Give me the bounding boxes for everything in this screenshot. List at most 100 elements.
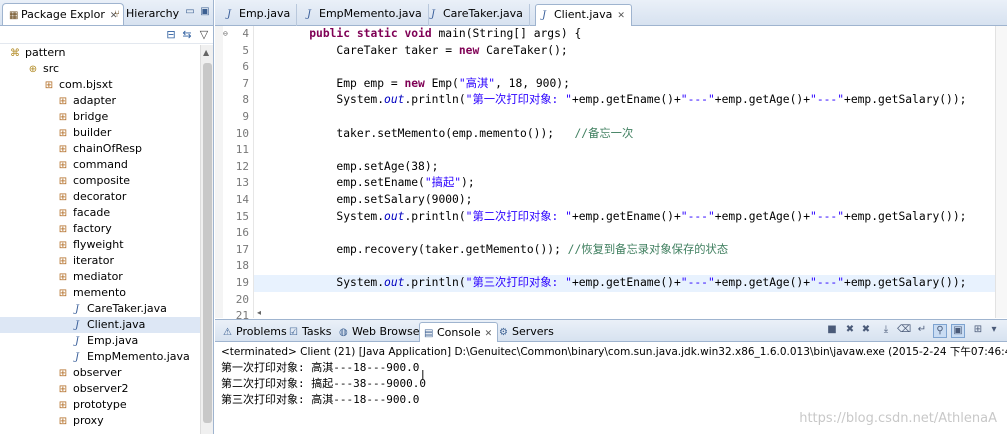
code-line[interactable] <box>254 292 995 309</box>
line-number: 6 <box>242 60 249 74</box>
tab-hierarchy[interactable]: ⑂ Hierarchy <box>108 3 185 25</box>
console-tab-servers[interactable]: ⚙ Servers <box>495 322 559 342</box>
tree-item[interactable]: ⊞ facade <box>0 205 200 221</box>
tree-item[interactable]: ⊞ adapter <box>0 93 200 109</box>
editor-vertical-scrollbar[interactable] <box>995 26 1007 318</box>
code-line[interactable] <box>254 225 995 242</box>
tree-item[interactable]: ⊞ prototype <box>0 397 200 413</box>
tree-item[interactable]: ⊞ factory <box>0 221 200 237</box>
package-icon: ⊞ <box>58 384 68 395</box>
tree-item[interactable]: ⊞ composite <box>0 173 200 189</box>
code-token: "第二次打印对象: " <box>465 209 572 223</box>
tree-item-label: chainOfResp <box>73 142 142 155</box>
tab-package-explorer[interactable]: ▦ Package Explor ✕ <box>2 3 125 25</box>
code-token: +emp.getAge()+ <box>714 275 811 289</box>
tree-item[interactable]: ⌘ pattern <box>0 45 200 61</box>
tree-item[interactable]: ⊞ mediator <box>0 269 200 285</box>
editor-tab-caretaker[interactable]: J CareTaker.java <box>425 4 530 26</box>
view-menu-icon[interactable]: ▽ <box>197 28 211 42</box>
line-number: 11 <box>235 143 249 157</box>
console-tab-problems[interactable]: ⚠ Problems <box>219 322 292 342</box>
code-line[interactable]: System.out.println("第一次打印对象: "+emp.getEn… <box>254 92 995 109</box>
console-tab-console[interactable]: ▤ Console ✕ <box>419 322 499 342</box>
code-token: "---" <box>810 93 845 107</box>
link-with-editor-icon[interactable]: ⇆ <box>180 28 194 42</box>
tree-item[interactable]: ⊞ observer <box>0 365 200 381</box>
collapse-all-icon[interactable]: ⊟ <box>164 28 178 42</box>
editor-tab-empmemento[interactable]: J EmpMemento.java <box>301 4 429 26</box>
code-line[interactable]: emp.setSalary(9000); <box>254 192 995 209</box>
console-tab-web-browser[interactable]: ◍ Web Browser <box>335 322 429 342</box>
close-icon[interactable]: ✕ <box>617 11 625 21</box>
code-line[interactable]: System.out.println("第二次打印对象: "+emp.getEn… <box>254 209 995 226</box>
code-line[interactable]: emp.recovery(taker.getMemento()); //恢复到备… <box>254 242 995 259</box>
line-number: 12 <box>235 159 249 173</box>
maximize-icon[interactable]: ▣ <box>198 6 212 20</box>
tree-item[interactable]: ⊞ iterator <box>0 253 200 269</box>
terminate-icon[interactable]: ■ <box>825 324 839 338</box>
project-icon: ⌘ <box>10 48 20 59</box>
tree-item[interactable]: J Emp.java <box>0 333 200 349</box>
code-line[interactable] <box>254 59 995 76</box>
package-icon: ⊞ <box>58 192 68 203</box>
line-number: 17 <box>235 242 249 256</box>
tree-item[interactable]: ⊞ proxy <box>0 413 200 429</box>
console-tab-tasks[interactable]: ☑ Tasks <box>285 322 336 342</box>
tree-item[interactable]: ⊞ builder <box>0 125 200 141</box>
clear-console-icon[interactable]: ⌫ <box>897 324 911 338</box>
package-explorer-view: ▦ Package Explor ✕ ⑂ Hierarchy ▭ ▣ ⊟ ⇆ ▽ ⌘ p… <box>0 0 214 434</box>
package-icon: ⊞ <box>58 400 68 411</box>
tree-item[interactable]: J EmpMemento.java <box>0 349 200 365</box>
close-icon[interactable]: ✕ <box>485 329 493 339</box>
tree-item[interactable]: J Client.java <box>0 317 200 333</box>
scrollbar-thumb[interactable] <box>203 63 212 423</box>
code-text[interactable]: public static void main(String[] args) {… <box>253 26 995 318</box>
tree-item[interactable]: ⊕ src <box>0 61 200 77</box>
tree-item[interactable]: J CareTaker.java <box>0 301 200 317</box>
console-status: <terminated> Client (21) [Java Applicati… <box>221 346 1007 358</box>
word-wrap-icon[interactable]: ↵ <box>915 324 929 338</box>
pin-console-icon[interactable]: ⚲ <box>933 324 947 338</box>
console-output[interactable]: 第一次打印对象: 高淇---18---900.0 第二次打印对象: 搞起---38… <box>221 360 426 408</box>
scroll-left-icon[interactable]: ◂ <box>257 308 261 317</box>
tree-item-label: prototype <box>73 398 127 411</box>
tree-item[interactable]: ⊞ memento <box>0 285 200 301</box>
fold-icon[interactable]: ⊖ <box>223 26 228 43</box>
code-line[interactable]: public static void main(String[] args) { <box>254 26 995 43</box>
code-line[interactable]: emp.setAge(38); <box>254 159 995 176</box>
code-line[interactable]: Emp emp = new Emp("高淇", 18, 900); <box>254 76 995 93</box>
code-line[interactable]: CareTaker taker = new CareTaker(); <box>254 43 995 60</box>
scroll-up-icon[interactable]: ▲ <box>203 48 209 57</box>
editor-tab-emp[interactable]: J Emp.java <box>221 4 298 26</box>
remove-launch-icon[interactable]: ✖ <box>843 324 857 338</box>
tree-item[interactable]: ⊞ chainOfResp <box>0 141 200 157</box>
editor-tab-client[interactable]: J Client.java ✕ <box>535 4 632 26</box>
tree-item[interactable]: ⊞ command <box>0 157 200 173</box>
code-line[interactable] <box>254 258 995 275</box>
code-line[interactable] <box>254 109 995 126</box>
code-line[interactable]: taker.setMemento(emp.memento()); //备忘一次 <box>254 126 995 143</box>
tree-item[interactable]: ⊞ decorator <box>0 189 200 205</box>
tree-item[interactable]: ⊞ observer2 <box>0 381 200 397</box>
display-selected-icon[interactable]: ▾ <box>987 324 1001 338</box>
open-console-icon[interactable]: ⊞ <box>971 324 985 338</box>
scroll-lock-icon[interactable]: ⤓ <box>879 324 893 338</box>
minimize-icon[interactable]: ▭ <box>183 6 197 20</box>
tree-item[interactable]: ⊞ bridge <box>0 109 200 125</box>
code-line[interactable]: emp.setEname("搞起"); <box>254 175 995 192</box>
code-token: Emp( <box>424 76 459 90</box>
code-token: "第三次打印对象: " <box>465 275 572 289</box>
code-line[interactable] <box>254 142 995 159</box>
show-console-icon[interactable]: ▣ <box>951 324 965 338</box>
tree-item[interactable]: ⊞ flyweight <box>0 237 200 253</box>
tree-item[interactable]: ⊞ com.bjsxt <box>0 77 200 93</box>
editor-horizontal-scrollbar[interactable]: ◂ <box>253 308 995 318</box>
package-icon: ⊞ <box>58 112 68 123</box>
overview-ruler-left <box>215 26 223 318</box>
code-token: +emp.getEname()+ <box>571 275 681 289</box>
code-line[interactable]: System.out.println("第三次打印对象: "+emp.getEn… <box>254 274 995 292</box>
code-token: taker.setMemento(emp.memento()); <box>336 126 575 140</box>
remove-all-icon[interactable]: ✖ <box>859 324 873 338</box>
line-number: 9 <box>242 109 249 123</box>
explorer-scrollbar[interactable]: ▲ <box>200 45 213 434</box>
